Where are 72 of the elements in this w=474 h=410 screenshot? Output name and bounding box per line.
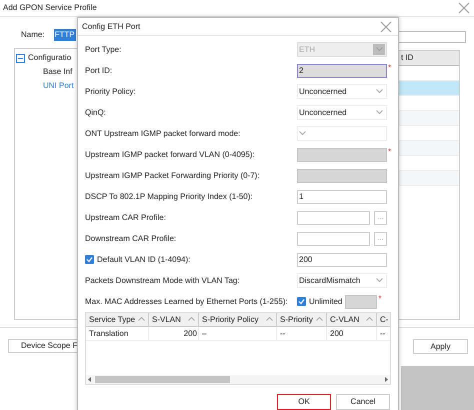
sort-icon [316, 317, 323, 322]
column-header[interactable]: S-Priority [277, 313, 327, 326]
dropdown[interactable] [297, 126, 387, 141]
close-icon[interactable] [458, 2, 470, 14]
chevron-down-icon [376, 89, 383, 94]
name-field[interactable]: FTTP [54, 29, 76, 41]
sort-icon [138, 317, 145, 322]
required-mark: * [388, 146, 392, 158]
dialog-title: Config ETH Port [82, 20, 140, 32]
tree-item[interactable]: Base Inf [43, 66, 72, 78]
chevron-down-icon [299, 131, 306, 136]
chevron-down-icon [376, 47, 382, 52]
sort-icon [266, 317, 273, 322]
table-cell: 200 [149, 327, 199, 340]
column-header[interactable]: S-VLAN [149, 313, 199, 326]
field-label: Max. MAC Addresses Learned by Ethernet Ports (1-255): [85, 296, 288, 308]
column-header[interactable]: C-VLAN [327, 313, 377, 326]
tree-item[interactable]: UNI Port [43, 80, 74, 92]
chevron-down-icon [376, 110, 383, 115]
field-label: Packets Downstream Mode with VLAN Tag: [85, 274, 240, 286]
field-label: Name: [21, 29, 45, 41]
field-label: ONT Upstream IGMP packet forward mode: [85, 128, 240, 140]
chevron-down-icon [376, 278, 383, 283]
field-label: Upstream IGMP Packet Forwarding Priority (0-7): [85, 170, 260, 182]
window-title: Add GPON Service Profile [3, 2, 97, 14]
sort-icon [188, 317, 195, 322]
required-mark: * [388, 62, 392, 74]
close-icon[interactable] [380, 20, 392, 32]
input-field[interactable] [297, 232, 370, 246]
device-scope-button[interactable]: Device Scope F [8, 339, 80, 353]
field-label: QinQ: [85, 106, 106, 118]
input-field[interactable] [297, 210, 370, 224]
input-field[interactable]: 2 [297, 64, 387, 78]
input-field[interactable]: 1 [297, 190, 387, 204]
field-label: DSCP To 802.1P Mapping Priority Index (1-50): [85, 190, 253, 202]
checkbox-label: Unlimited [309, 296, 342, 308]
field-label: Port ID: [85, 64, 112, 76]
expander-icon[interactable] [16, 54, 25, 62]
arrow-left-icon [86, 376, 93, 383]
table-cell: -- [377, 327, 390, 340]
field-label: Priority Policy: [85, 86, 136, 98]
dropdown[interactable]: Unconcerned [297, 84, 387, 99]
apply-button[interactable]: Apply [413, 339, 468, 354]
horizontal-scrollbar[interactable] [86, 375, 390, 384]
dropdown[interactable]: DiscardMismatch [297, 273, 387, 288]
field-label: Upstream IGMP packet forward VLAN (0-4095): [85, 148, 255, 160]
dropdown[interactable]: Unconcerned [297, 105, 387, 120]
ok-button[interactable]: OK [277, 394, 331, 410]
table-row[interactable] [397, 111, 459, 126]
table-row[interactable] [397, 171, 459, 186]
required-mark: * [378, 293, 382, 305]
arrow-right-icon [383, 376, 390, 383]
column-header[interactable]: t ID [397, 51, 459, 66]
field-label: Default VLAN ID (1-4094): [97, 254, 190, 266]
table-cell: 200 [327, 327, 377, 340]
text-field[interactable] [396, 31, 466, 43]
table-row[interactable] [397, 81, 459, 96]
field-label: Port Type: [85, 44, 122, 56]
table-cell: – [199, 327, 277, 340]
field-label: Downstream CAR Profile: [85, 232, 176, 244]
column-header[interactable]: C- [377, 313, 390, 326]
table-cell: -- [277, 327, 327, 340]
column-header[interactable]: S-Priority Policy [199, 313, 277, 326]
input-field[interactable]: 200 [297, 252, 387, 266]
column-header[interactable]: Service Type [86, 313, 149, 326]
field-label: Upstream CAR Profile: [85, 212, 166, 224]
sort-icon [366, 317, 373, 322]
checkbox[interactable] [85, 255, 94, 264]
cancel-button[interactable]: Cancel [336, 394, 390, 410]
table-row[interactable] [397, 141, 459, 156]
tree-item[interactable]: Configuratio [28, 52, 72, 64]
table-cell: Translation [86, 327, 149, 340]
